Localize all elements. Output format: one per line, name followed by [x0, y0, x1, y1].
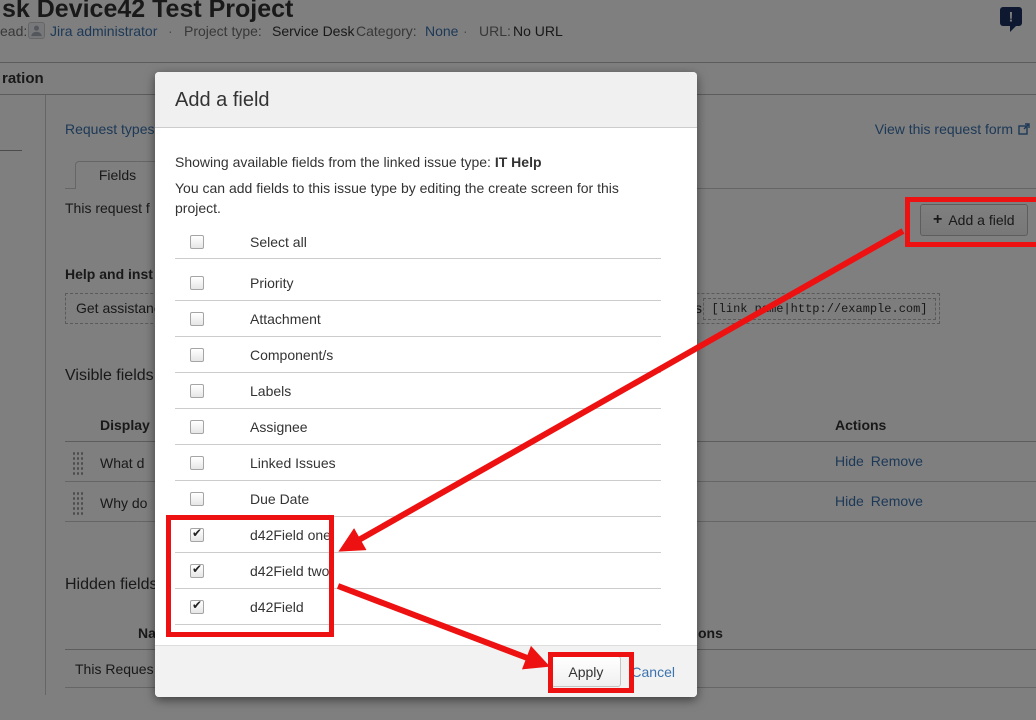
dialog-description-1: Showing available fields from the linked… [175, 152, 675, 172]
field-label: Due Date [250, 490, 310, 507]
field-list: Priority Attachment Component/s Labels A… [175, 265, 661, 625]
add-field-dialog: Add a field Showing available fields fro… [155, 72, 697, 697]
dialog-title: Add a field [155, 72, 697, 128]
field-checkbox[interactable] [190, 455, 204, 470]
field-checkbox[interactable] [190, 598, 204, 614]
field-checkbox[interactable] [190, 491, 204, 506]
field-row: Assignee [175, 409, 661, 445]
field-label: d42Field [250, 598, 304, 615]
field-row: Linked Issues [175, 445, 661, 481]
field-label: Priority [250, 274, 294, 291]
field-label: d42Field one [250, 526, 331, 543]
field-label: Component/s [250, 346, 334, 363]
field-row: Due Date [175, 481, 661, 517]
field-checkbox[interactable] [190, 419, 204, 434]
field-row: d42Field [175, 589, 661, 625]
field-label: Assignee [250, 418, 308, 435]
field-checkbox[interactable] [190, 383, 204, 398]
cancel-link[interactable]: Cancel [631, 664, 675, 680]
dialog-description-2: You can add fields to this issue type by… [175, 180, 619, 216]
apply-button[interactable]: Apply [550, 656, 622, 687]
field-row: Attachment [175, 301, 661, 337]
field-row: d42Field one [175, 517, 661, 553]
field-row: d42Field two [175, 553, 661, 589]
description-prefix: Showing available fields from the linked… [175, 154, 491, 170]
screenshot-root: sk Device42 Test Project ead: Jira admin… [0, 0, 1036, 720]
field-label: d42Field two [250, 562, 330, 579]
dialog-footer: Apply Cancel [155, 645, 697, 697]
select-all-checkbox[interactable] [190, 234, 204, 249]
field-label: Linked Issues [250, 454, 336, 471]
select-all-label: Select all [250, 233, 307, 250]
field-row: Component/s [175, 337, 661, 373]
issue-type-value: IT Help [494, 154, 542, 170]
select-all-row: Select all [175, 225, 661, 259]
field-label: Attachment [250, 310, 321, 327]
field-row: Priority [175, 265, 661, 301]
field-label: Labels [250, 382, 292, 399]
field-checkbox[interactable] [190, 275, 204, 290]
field-checkbox[interactable] [190, 562, 204, 578]
field-checkbox[interactable] [190, 526, 204, 542]
field-checkbox[interactable] [190, 347, 204, 362]
field-row: Labels [175, 373, 661, 409]
field-checkbox[interactable] [190, 311, 204, 326]
